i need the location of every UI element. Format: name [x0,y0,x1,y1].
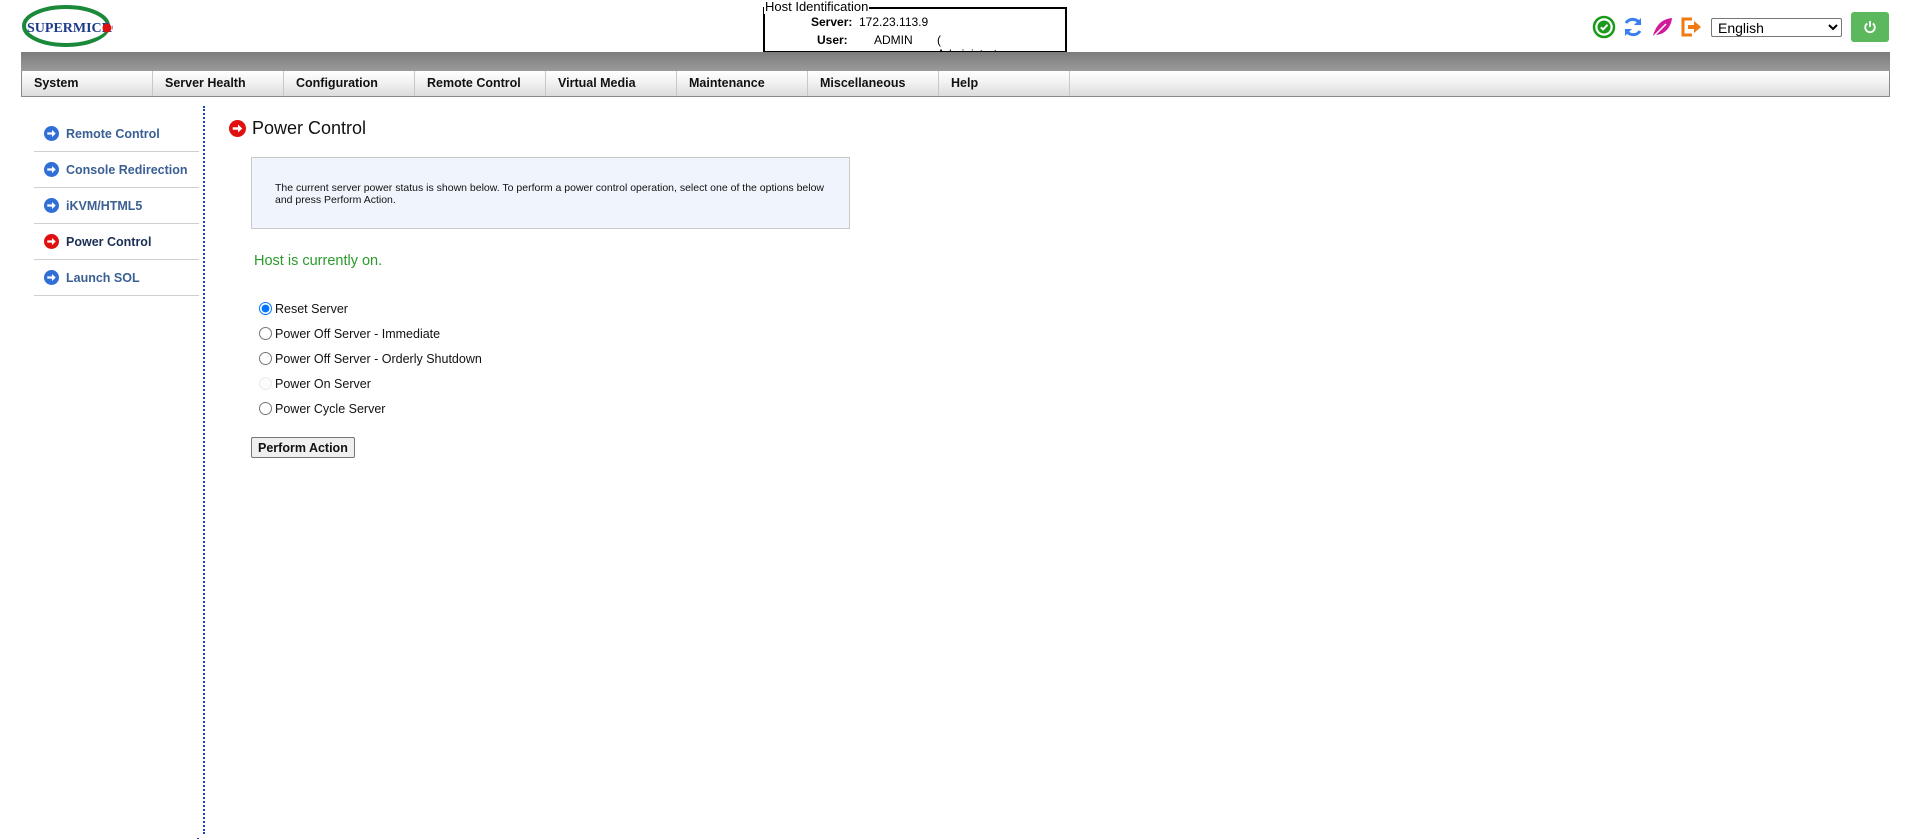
logo-text: SUPERMICRO [27,21,113,36]
language-select[interactable]: English [1711,17,1842,37]
page-title: Power Control [252,118,367,138]
radio-power-cycle-server[interactable] [259,402,272,415]
sidebar-divider [203,106,205,834]
info-text: The current server power status is shown… [275,182,825,206]
host-status: Host is currently on. [254,253,383,269]
nav-item-help[interactable]: Help [939,71,1070,96]
check-circle-icon[interactable] [1592,15,1616,39]
nav-item-virtual-media[interactable]: Virtual Media [546,71,677,96]
option-power-off-orderly[interactable]: Power Off Server - Orderly Shutdown [257,346,482,371]
logout-icon[interactable] [1679,15,1703,39]
power-button[interactable] [1851,12,1889,42]
option-label: Reset Server [275,301,348,316]
option-reset-server[interactable]: Reset Server [257,296,482,321]
option-power-off-immediate[interactable]: Power Off Server - Immediate [257,321,482,346]
radio-power-off-orderly[interactable] [259,352,272,365]
leaf-icon[interactable] [1650,15,1674,39]
sidebar-item-power-control[interactable]: Power Control [34,224,199,260]
arrow-right-active-icon [44,234,59,249]
radio-reset-server[interactable] [259,302,272,315]
nav-item-configuration[interactable]: Configuration [284,71,415,96]
sidebar-item-remote-control[interactable]: Remote Control [34,116,199,152]
nav-item-remote-control[interactable]: Remote Control [415,71,546,96]
nav-item-server-health[interactable]: Server Health [153,71,284,96]
nav-item-miscellaneous[interactable]: Miscellaneous [808,71,939,96]
radio-power-on-server [259,377,272,390]
option-label: Power Cycle Server [275,401,386,416]
main-nav: System Server Health Configuration Remot… [21,71,1890,97]
option-label: Power Off Server - Immediate [275,326,441,341]
radio-power-off-immediate[interactable] [259,327,272,340]
option-power-cycle-server[interactable]: Power Cycle Server [257,396,482,421]
user-value: ADMIN [874,33,913,47]
option-label: Power On Server [275,376,371,391]
header-toolbar: English [1592,12,1889,42]
host-identification-legend: Host Identification [764,0,870,14]
sidebar-item-label: Remote Control [66,126,160,141]
arrow-right-icon [44,126,59,141]
nav-item-maintenance[interactable]: Maintenance [677,71,808,96]
power-options: Reset Server Power Off Server - Immediat… [257,296,482,421]
arrow-right-active-icon [229,120,246,137]
refresh-icon[interactable] [1621,15,1645,39]
sidebar-item-ikvm-html5[interactable]: iKVM/HTML5 [34,188,199,224]
sidebar-item-label: Console Redirection [66,162,188,177]
logo-graphic: SUPERMICRO [22,5,123,47]
nav-item-system[interactable]: System [22,71,153,96]
sidebar-item-label: Launch SOL [66,270,140,285]
page-header: Power Control [229,118,366,139]
server-label: Server: [811,15,853,29]
arrow-right-icon [44,270,59,285]
perform-action-button[interactable]: Perform Action [251,437,355,458]
info-box: The current server power status is shown… [251,157,850,229]
server-value: 172.23.113.9 [859,15,929,29]
power-icon [1864,21,1876,34]
option-label: Power Off Server - Orderly Shutdown [275,351,482,366]
sidebar: Remote Control Console Redirection iKVM/… [34,116,199,296]
sidebar-item-console-redirection[interactable]: Console Redirection [34,152,199,188]
user-label: User: [817,33,848,47]
arrow-right-icon [44,198,59,213]
sidebar-item-label: iKVM/HTML5 [66,198,143,213]
option-power-on-server: Power On Server [257,371,482,396]
supermicro-logo[interactable]: SUPERMICRO [21,2,123,48]
sidebar-item-label: Power Control [66,234,152,249]
nav-band [21,52,1890,71]
arrow-right-icon [44,162,59,177]
sidebar-item-launch-sol[interactable]: Launch SOL [34,260,199,296]
